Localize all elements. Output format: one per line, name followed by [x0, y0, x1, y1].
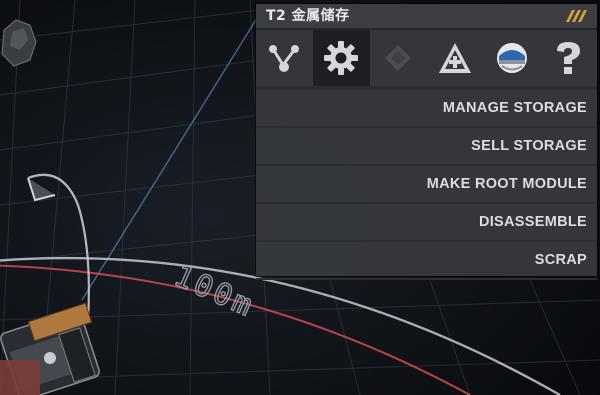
disassemble-button[interactable]: DISASSEMBLE	[256, 204, 597, 242]
tab-help[interactable]	[540, 30, 597, 86]
game-viewport: 100m T2 金属储存 MANAGE STORAGE SELL STORAGE…	[0, 0, 600, 395]
tab-crew[interactable]	[483, 30, 540, 86]
panel-titlebar: T2 金属储存	[256, 4, 597, 30]
sell-storage-button[interactable]: SELL STORAGE	[256, 128, 597, 166]
make-root-module-button[interactable]: MAKE ROOT MODULE	[256, 166, 597, 204]
context-menu: MANAGE STORAGE SELL STORAGE MAKE ROOT MO…	[256, 90, 597, 280]
tab-connection[interactable]	[256, 30, 313, 86]
diamond-icon	[384, 45, 411, 71]
module-context-panel: T2 金属储存 MANAGE STORAGE SELL STORAGE MAKE…	[256, 4, 597, 280]
module-title: T2 金属储存	[266, 8, 350, 24]
scrap-button[interactable]: SCRAP	[256, 242, 597, 280]
node-graph-icon	[269, 45, 300, 72]
tab-upgrade[interactable]	[426, 30, 483, 86]
accent-stripes-icon	[566, 10, 587, 22]
helmet-icon	[496, 43, 527, 73]
gear-icon	[324, 41, 359, 75]
question-icon	[557, 42, 581, 74]
tab-settings[interactable]	[312, 30, 370, 86]
tab-blueprint[interactable]	[370, 30, 427, 86]
pyramid-plus-icon	[438, 43, 471, 73]
manage-storage-button[interactable]: MANAGE STORAGE	[256, 90, 597, 128]
panel-tab-bar	[256, 30, 597, 86]
